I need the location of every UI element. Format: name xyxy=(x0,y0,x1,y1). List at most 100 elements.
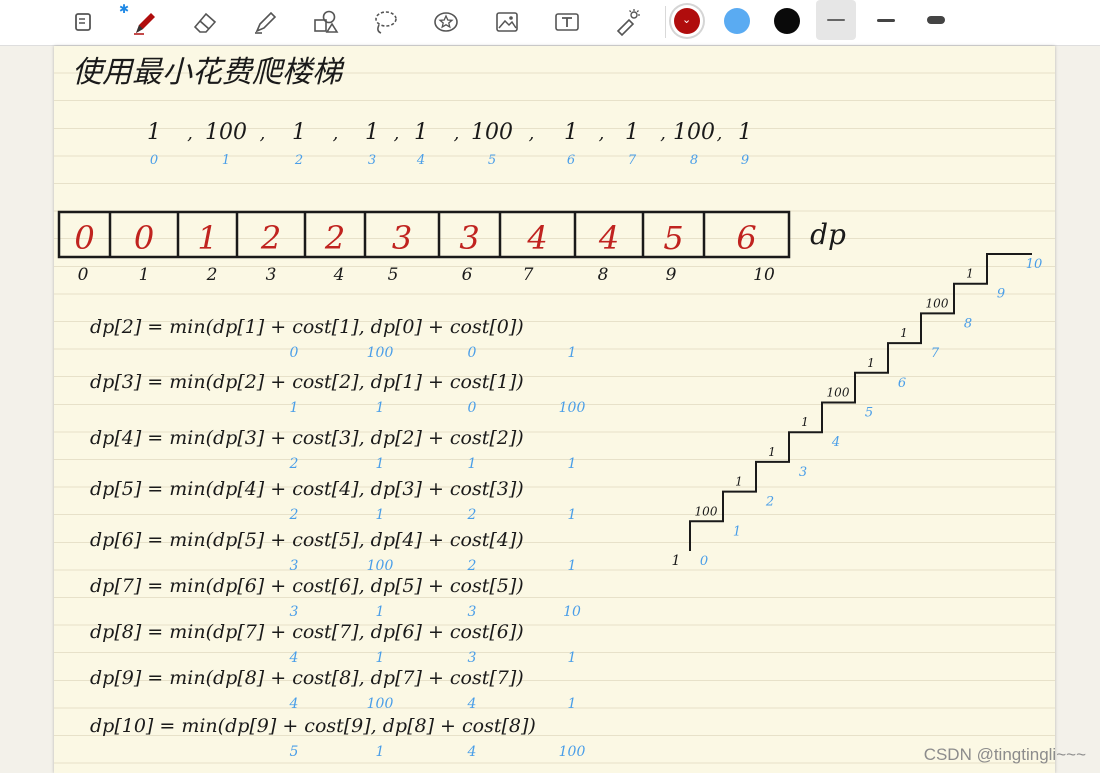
formula-subscript: 100 xyxy=(367,558,394,574)
formula-line: dp[9] = min(dp[8] + cost[8], dp[7] + cos… xyxy=(90,667,524,689)
formula-subscript: 1 xyxy=(376,400,385,416)
dp-value: 3 xyxy=(459,219,479,257)
dp-value: 5 xyxy=(663,219,683,257)
formula-subscript: 3 xyxy=(468,604,477,620)
image-icon[interactable] xyxy=(488,5,526,39)
formula-line: dp[10] = min(dp[9] + cost[9], dp[8] + co… xyxy=(90,715,536,737)
stroke-thin-button[interactable] xyxy=(816,0,856,40)
stair-step-number: 5 xyxy=(865,406,873,421)
stair-step-number: 3 xyxy=(799,465,807,480)
formula-subscript: 1 xyxy=(468,456,477,472)
cost-separator: , xyxy=(717,123,723,144)
formula-subscript: 1 xyxy=(376,650,385,666)
cost-separator: , xyxy=(454,123,460,144)
color-swatch-black[interactable] xyxy=(774,8,800,34)
cost-separator: , xyxy=(260,123,266,144)
stroke-medium-button[interactable] xyxy=(866,0,906,40)
cost-index: 2 xyxy=(294,153,303,168)
dp-index: 4 xyxy=(333,265,345,285)
formula-subscript: 4 xyxy=(289,696,299,712)
formula-line: dp[8] = min(dp[7] + cost[7], dp[6] + cos… xyxy=(90,621,524,643)
stair-step-number: 1 xyxy=(733,524,741,539)
page-icon[interactable] xyxy=(64,5,102,39)
dp-index: 10 xyxy=(753,265,775,285)
cost-value: 1 xyxy=(147,120,161,145)
cost-value: 1 xyxy=(292,120,306,145)
formula-subscript: 1 xyxy=(568,558,577,574)
formula-subscript: 0 xyxy=(468,345,477,361)
dp-index: 6 xyxy=(462,265,473,285)
formula-subscript: 2 xyxy=(467,507,477,523)
chevron-down-icon: ⌄ xyxy=(682,13,692,26)
cost-value: 1 xyxy=(564,120,578,145)
formula-subscript: 1 xyxy=(568,345,577,361)
dp-index: 8 xyxy=(598,265,609,285)
dp-label: dp xyxy=(810,218,846,251)
formula-subscript: 100 xyxy=(559,400,586,416)
dp-value: 3 xyxy=(392,219,412,257)
toolbar-divider xyxy=(665,6,666,38)
color-swatch-blue[interactable] xyxy=(724,8,750,34)
watermark: CSDN @tingtingli~~~ xyxy=(923,745,1086,764)
formula-subscript: 4 xyxy=(467,744,477,760)
stair-cost-label: 1 xyxy=(867,356,875,370)
highlighter-icon[interactable] xyxy=(246,5,284,39)
stroke-thick-button[interactable] xyxy=(916,0,956,40)
cost-index: 4 xyxy=(416,153,425,168)
dp-table: 0 0 0 1 1 2 2 3 2 4 3 5 3 6 4 7 4 8 5 9 6 10 dp xyxy=(57,210,846,285)
dp-value: 2 xyxy=(324,219,345,257)
cost-index: 0 xyxy=(150,153,158,168)
cost-index: 6 xyxy=(567,153,575,168)
cost-value: 1 xyxy=(625,120,639,145)
cost-index: 9 xyxy=(741,153,749,168)
formula-subscript: 1 xyxy=(376,507,385,523)
stair-start-cost: 1 xyxy=(672,553,681,569)
color-swatch-red[interactable]: ⌄ xyxy=(674,8,700,34)
cost-index: 3 xyxy=(368,153,376,168)
sticker-icon[interactable] xyxy=(427,5,465,39)
stair-cost-label: 100 xyxy=(695,504,718,518)
cost-separator: , xyxy=(187,123,193,144)
text-icon[interactable] xyxy=(548,5,586,39)
stair-step-number: 10 xyxy=(1026,257,1043,272)
formula-line: dp[7] = min(dp[6] + cost[6], dp[5] + cos… xyxy=(90,575,524,597)
lasso-icon[interactable] xyxy=(366,5,404,39)
cost-index: 5 xyxy=(488,153,496,168)
staircase-outline xyxy=(689,253,1032,551)
cost-value: 100 xyxy=(471,120,513,145)
formula-line: dp[2] = min(dp[1] + cost[1], dp[0] + cos… xyxy=(90,316,524,338)
staircase-diagram: 1 012345678910100111100111001 xyxy=(672,253,1043,569)
cost-index: 7 xyxy=(628,153,637,168)
stair-step-number: 4 xyxy=(831,435,840,450)
formula-subscript: 2 xyxy=(467,558,477,574)
cost-index: 1 xyxy=(222,153,230,168)
eraser-icon[interactable] xyxy=(186,5,224,39)
cost-value: 100 xyxy=(205,120,247,145)
dp-value: 1 xyxy=(197,219,217,257)
stair-cost-label: 100 xyxy=(926,296,949,310)
formula-subscript: 1 xyxy=(376,456,385,472)
cost-value: 1 xyxy=(414,120,428,145)
cost-value: 100 xyxy=(673,120,715,145)
cost-array: 1, 0 100, 1 1, 2 1, 3 1, 4 100, 5 1, 6 1, 7 100, 8 1 9 xyxy=(147,120,752,168)
stair-step-number: 8 xyxy=(964,316,972,331)
stair-step-number: 9 xyxy=(997,287,1005,302)
formula-line: dp[3] = min(dp[2] + cost[2], dp[1] + cos… xyxy=(90,371,524,393)
handwritten-notes: 使用最小花费爬楼梯 1,0100,11,21,31,4100,51,61,710… xyxy=(57,55,1043,760)
formula-subscript: 100 xyxy=(559,744,586,760)
pen-icon[interactable] xyxy=(126,5,164,39)
dp-index: 3 xyxy=(266,265,277,285)
cost-separator: , xyxy=(333,123,339,144)
cost-index: 8 xyxy=(690,153,698,168)
shapes-icon[interactable] xyxy=(306,5,344,39)
page-title: 使用最小花费爬楼梯 xyxy=(72,55,345,90)
formula-subscript: 3 xyxy=(290,558,299,574)
laser-pointer-icon[interactable] xyxy=(608,5,646,39)
stair-cost-label: 100 xyxy=(827,386,850,400)
formula-subscript: 2 xyxy=(289,507,299,523)
dp-value: 4 xyxy=(598,219,619,257)
notebook-page[interactable]: 使用最小花费爬楼梯 1, 0 100, 1 1, 2 1, 3 1, 4 100, 5 1, 6 1, 7 10… xyxy=(54,46,1055,773)
stair-cost-label: 1 xyxy=(768,445,776,459)
formula-list: dp[2] = min(dp[1] + cost[1], dp[0] + cos… xyxy=(90,316,585,760)
formula-subscript: 1 xyxy=(376,744,385,760)
